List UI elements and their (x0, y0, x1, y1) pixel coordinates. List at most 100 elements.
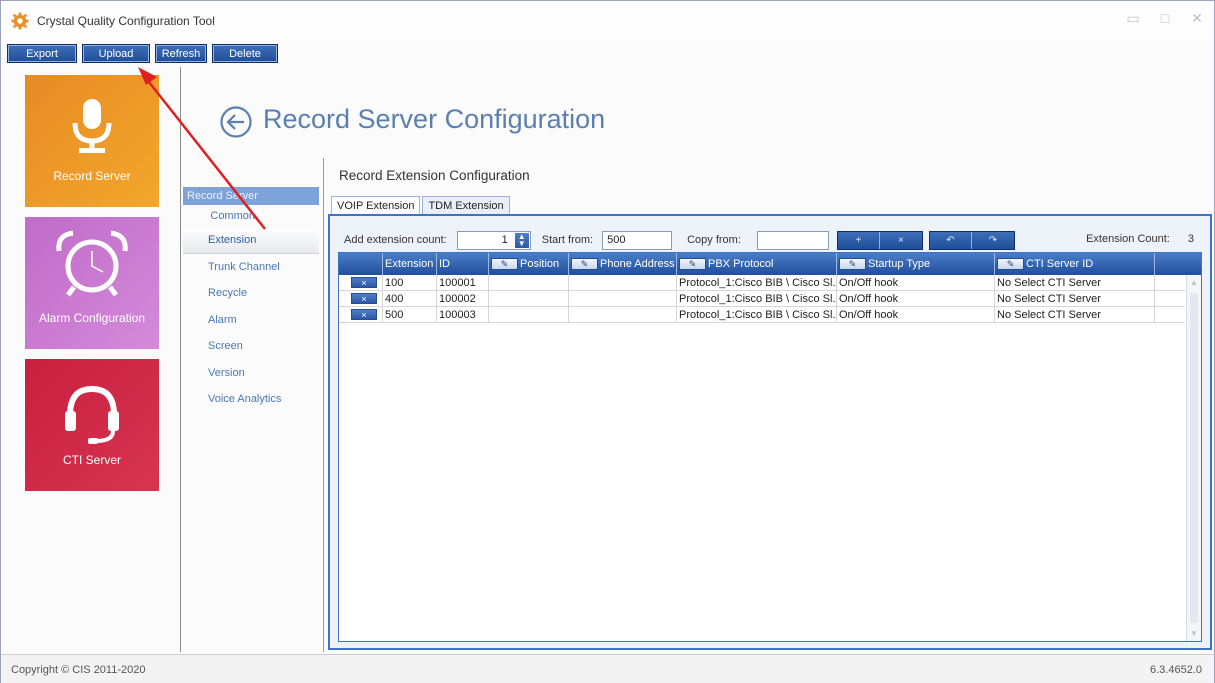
cell-startup-type[interactable]: On/Off hook (837, 275, 995, 290)
add-remove-group: + × (836, 230, 923, 250)
upload-button[interactable]: Upload (82, 44, 150, 63)
add-button[interactable]: + (837, 231, 880, 249)
column-header-id[interactable]: ID (437, 253, 489, 275)
column-header-startup-type[interactable]: ✎ Startup Type (837, 253, 995, 275)
tile-label: Alarm Configuration (38, 311, 146, 325)
remove-button[interactable]: × (879, 231, 922, 249)
page-title: Record Server Configuration (263, 104, 606, 134)
column-header-extension[interactable]: Extension (383, 253, 437, 275)
start-from-label: Start from: (541, 234, 594, 246)
cell-pbx-protocol[interactable]: Protocol_1:Cisco BIB \ Cisco Sl... (677, 275, 837, 290)
subnav-item-version[interactable]: Version (183, 360, 319, 387)
column-header-filler (1155, 253, 1201, 275)
delete-button[interactable]: Delete (212, 44, 278, 63)
scroll-up-icon[interactable]: ▲ (1190, 278, 1198, 287)
subnav-item-trunk-channel[interactable]: Trunk Channel (183, 254, 319, 281)
delete-row-button[interactable]: × (351, 309, 377, 320)
cell-phone-address[interactable] (569, 275, 677, 290)
cell-id[interactable]: 100001 (437, 275, 489, 290)
subnav-item-recycle[interactable]: Recycle (183, 280, 319, 307)
pencil-icon[interactable]: ✎ (997, 258, 1024, 270)
cell-id[interactable]: 100003 (437, 307, 489, 322)
toolbar: Export Upload Refresh Delete (7, 44, 278, 63)
delete-row-button[interactable]: × (351, 293, 377, 304)
extension-count-label: Extension Count: (1086, 233, 1170, 245)
cell-cti-server-id[interactable]: No Select CTI Server (995, 291, 1155, 306)
table-row[interactable]: × 400 100002 Protocol_1:Cisco BIB \ Cisc… (339, 291, 1185, 307)
tile-cti-server[interactable]: CTI Server (25, 359, 159, 491)
gear-icon (11, 12, 29, 30)
pencil-icon[interactable]: ✎ (679, 258, 706, 270)
add-count-stepper[interactable]: 1 ▲ ▼ (456, 230, 531, 250)
table-row[interactable]: × 100 100001 Protocol_1:Cisco BIB \ Cisc… (339, 275, 1185, 291)
add-count-value: 1 (501, 233, 508, 246)
tile-record-server[interactable]: Record Server (25, 75, 159, 207)
table-row[interactable]: × 500 100003 Protocol_1:Cisco BIB \ Cisc… (339, 307, 1185, 323)
cell-cti-server-id[interactable]: No Select CTI Server (995, 275, 1155, 290)
column-header-position[interactable]: ✎ Position (489, 253, 569, 275)
cell-pbx-protocol[interactable]: Protocol_1:Cisco BIB \ Cisco Sl... (677, 291, 837, 306)
cell-cti-server-id[interactable]: No Select CTI Server (995, 307, 1155, 322)
delete-row-button[interactable]: × (351, 277, 377, 288)
controls-row: Add extension count: 1 ▲ ▼ Start from: 50… (344, 230, 1204, 250)
alarm-clock-icon (56, 230, 128, 297)
window-controls: ▭ □ ✕ (1124, 10, 1206, 27)
undo-button[interactable]: ↶ (929, 231, 972, 249)
vertical-scrollbar[interactable]: ▲ ▼ (1186, 275, 1201, 641)
column-header-phone-address[interactable]: ✎ Phone Address (569, 253, 677, 275)
cell-phone-address[interactable] (569, 291, 677, 306)
headset-icon (65, 385, 119, 444)
microphone-icon (72, 99, 112, 153)
cell-startup-type[interactable]: On/Off hook (837, 307, 995, 322)
cell-position[interactable] (489, 275, 569, 290)
cell-extension[interactable]: 500 (383, 307, 437, 322)
app-window: Crystal Quality Configuration Tool ▭ □ ✕… (0, 0, 1215, 683)
subnav-item-screen[interactable]: Screen (183, 333, 319, 360)
column-header-label: Position (520, 258, 560, 270)
pencil-icon[interactable]: ✎ (491, 258, 518, 270)
refresh-button[interactable]: Refresh (155, 44, 207, 63)
subnav-item-extension[interactable]: Extension (183, 227, 319, 254)
scroll-thumb[interactable] (1190, 293, 1198, 623)
spinner-icon[interactable]: ▲ ▼ (514, 232, 529, 248)
subnav-header: Record Server (183, 187, 319, 205)
tab-panel: Add extension count: 1 ▲ ▼ Start from: 50… (328, 214, 1212, 650)
cell-id[interactable]: 100002 (437, 291, 489, 306)
column-header-pbx-protocol[interactable]: ✎ PBX Protocol (677, 253, 837, 275)
subnav-item-voice-analytics[interactable]: Voice Analytics (183, 386, 319, 413)
back-arrow-icon[interactable] (219, 105, 253, 139)
tab-voip-extension[interactable]: VOIP Extension (331, 196, 421, 215)
pencil-icon[interactable]: ✎ (839, 258, 866, 270)
start-from-input[interactable]: 500 (602, 230, 673, 250)
row-delete-cell: × (339, 307, 383, 322)
grid-header: Extension ID ✎ Position ✎ Phone Address … (339, 253, 1201, 275)
pencil-icon[interactable]: ✎ (571, 258, 598, 270)
extension-count-value: 3 (1187, 233, 1194, 245)
tab-tdm-extension[interactable]: TDM Extension (422, 196, 510, 215)
module-panel: Record Server Alarm Configuration CTI Se… (11, 67, 181, 652)
column-header-actions (339, 253, 383, 275)
tile-alarm-configuration[interactable]: Alarm Configuration (25, 217, 159, 349)
cell-position[interactable] (489, 291, 569, 306)
maximize-button[interactable]: □ (1156, 10, 1174, 27)
cell-startup-type[interactable]: On/Off hook (837, 291, 995, 306)
cell-extension[interactable]: 100 (383, 275, 437, 290)
copy-from-label: Copy from: (687, 234, 741, 246)
subnav-item-alarm[interactable]: Alarm (183, 307, 319, 334)
copy-from-input[interactable] (756, 230, 829, 250)
scroll-down-icon[interactable]: ▼ (1190, 629, 1198, 638)
tile-label: Record Server (53, 169, 131, 183)
minimize-button[interactable]: ▭ (1124, 10, 1142, 27)
cell-pbx-protocol[interactable]: Protocol_1:Cisco BIB \ Cisco Sl... (677, 307, 837, 322)
redo-button[interactable]: ↷ (971, 231, 1014, 249)
column-header-cti-server-id[interactable]: ✎ CTI Server ID (995, 253, 1155, 275)
export-button[interactable]: Export (7, 44, 77, 63)
cell-phone-address[interactable] (569, 307, 677, 322)
sub-navigation: Record Server Common Extension Trunk Cha… (183, 187, 319, 413)
status-bar: Copyright © CIS 2011-2020 6.3.4652.0 (1, 654, 1214, 683)
cell-extension[interactable]: 400 (383, 291, 437, 306)
column-header-label: Phone Address (600, 258, 675, 270)
subnav-item-common[interactable]: Common (183, 205, 319, 227)
close-button[interactable]: ✕ (1188, 10, 1206, 27)
cell-position[interactable] (489, 307, 569, 322)
